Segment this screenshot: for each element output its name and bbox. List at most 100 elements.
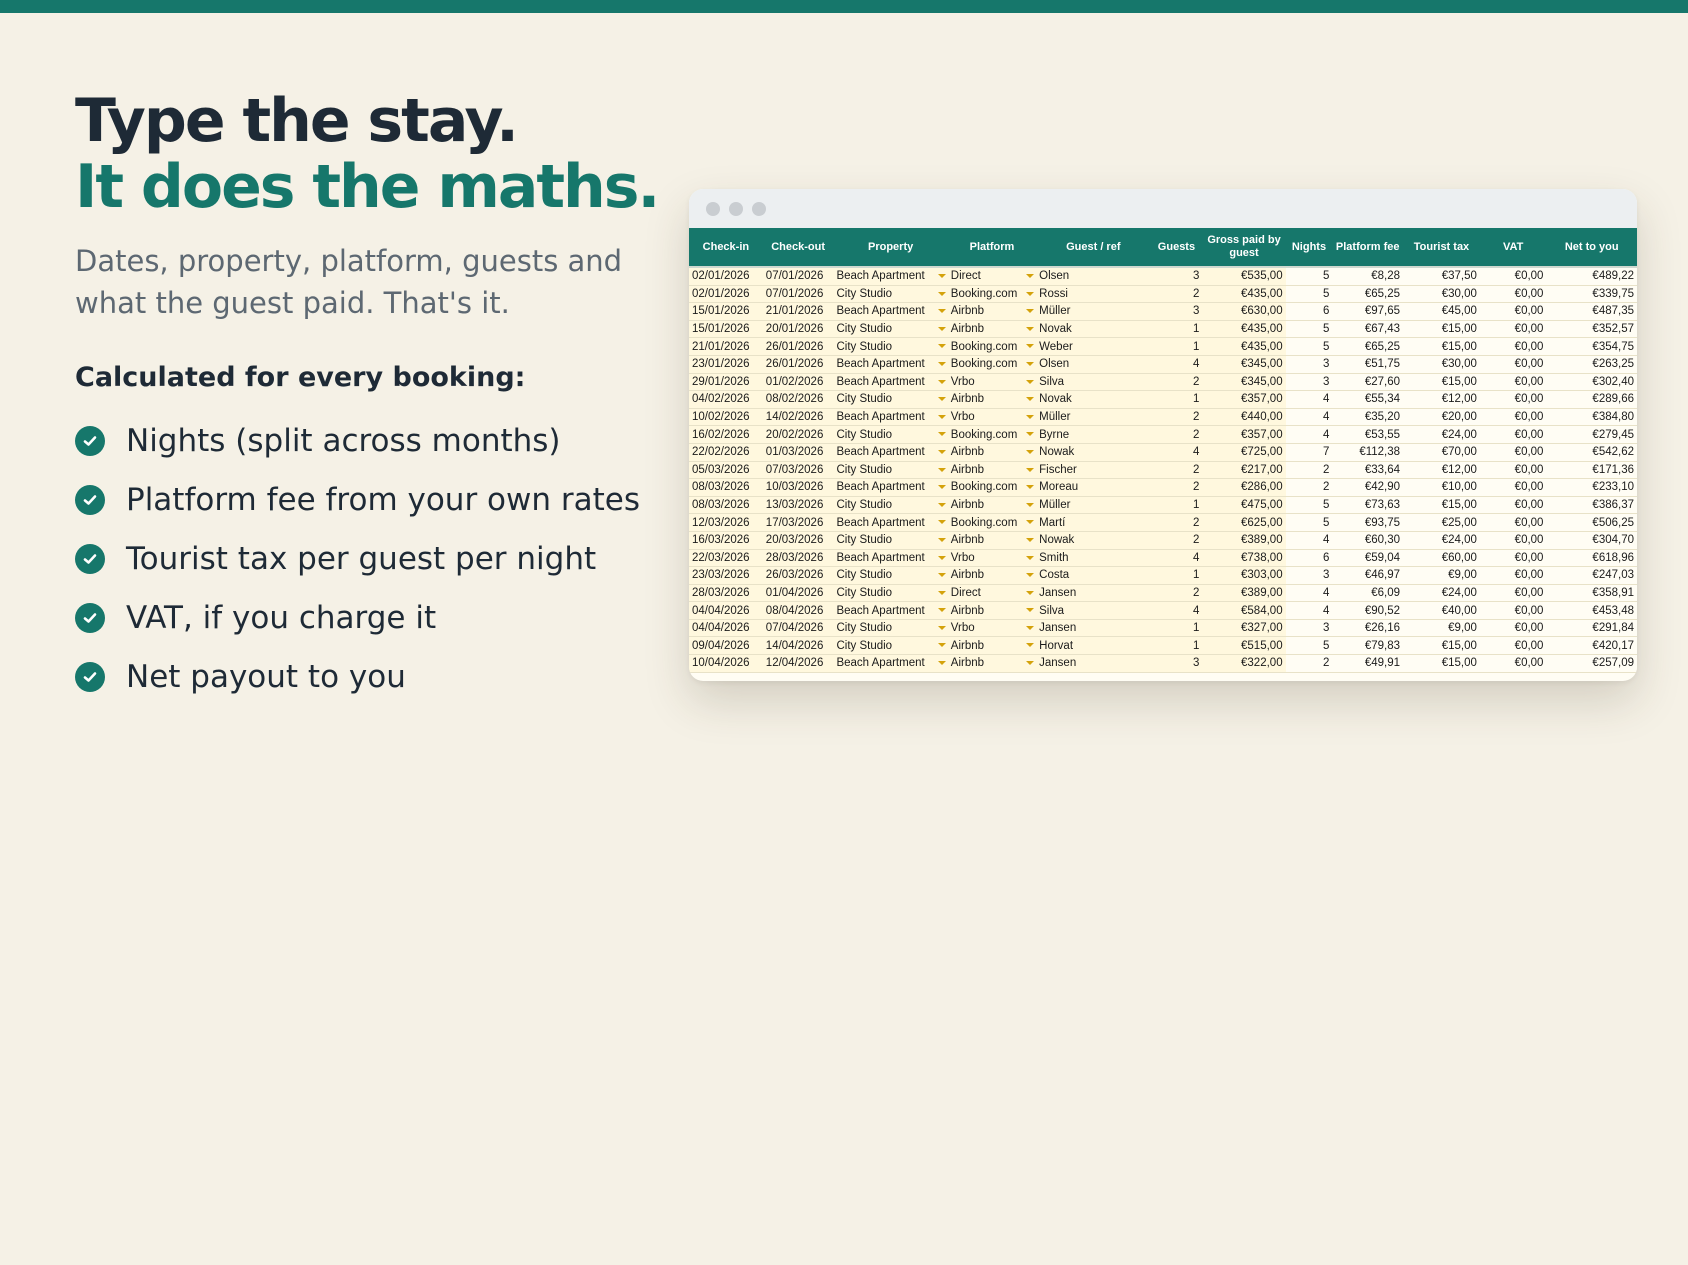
cell-gross-paid-by-guest[interactable]: €584,00	[1202, 601, 1286, 620]
cell-gross-paid-by-guest[interactable]: €435,00	[1202, 285, 1286, 304]
cell-platform[interactable]: Airbnb	[947, 320, 1037, 339]
cell-guests[interactable]: 2	[1150, 478, 1203, 497]
cell-guests[interactable]: 1	[1150, 337, 1203, 356]
cell-check-in[interactable]: 21/01/2026	[689, 337, 763, 356]
cell-platform[interactable]: Airbnb	[947, 496, 1037, 515]
dropdown-arrow-icon[interactable]	[1026, 449, 1035, 454]
cell-check-in[interactable]: 09/04/2026	[689, 636, 763, 656]
cell-guest-ref[interactable]: Nowak	[1036, 443, 1151, 462]
cell-check-out[interactable]: 08/02/2026	[762, 390, 834, 409]
cell-guests[interactable]: 2	[1150, 513, 1203, 532]
dropdown-arrow-icon[interactable]	[937, 291, 946, 296]
dropdown-arrow-icon[interactable]	[1026, 397, 1035, 402]
cell-check-out[interactable]: 21/01/2026	[762, 302, 834, 321]
cell-check-out[interactable]: 17/03/2026	[762, 513, 834, 532]
cell-guests[interactable]: 3	[1150, 302, 1203, 321]
cell-check-out[interactable]: 01/02/2026	[762, 373, 834, 392]
cell-check-out[interactable]: 20/01/2026	[762, 320, 834, 339]
cell-check-out[interactable]: 20/02/2026	[762, 425, 834, 444]
cell-guests[interactable]: 3	[1150, 654, 1203, 673]
cell-gross-paid-by-guest[interactable]: €435,00	[1202, 337, 1286, 356]
dropdown-arrow-icon[interactable]	[1026, 625, 1035, 630]
cell-property[interactable]: City Studio	[833, 584, 948, 603]
cell-guest-ref[interactable]: Olsen	[1036, 265, 1151, 286]
cell-property[interactable]: Beach Apartment	[833, 355, 948, 374]
cell-guest-ref[interactable]: Novak	[1036, 320, 1151, 339]
cell-platform[interactable]: Booking.com	[947, 478, 1037, 497]
dropdown-arrow-icon[interactable]	[937, 414, 946, 419]
cell-platform[interactable]: Vrbo	[947, 373, 1037, 392]
cell-guest-ref[interactable]: Moreau	[1036, 478, 1151, 497]
cell-check-out[interactable]: 26/01/2026	[762, 355, 834, 374]
cell-platform[interactable]: Booking.com	[947, 285, 1037, 304]
dropdown-arrow-icon[interactable]	[1026, 661, 1035, 666]
cell-guests[interactable]: 1	[1150, 619, 1203, 638]
cell-guest-ref[interactable]: Olsen	[1036, 355, 1151, 374]
cell-gross-paid-by-guest[interactable]: €357,00	[1202, 390, 1286, 409]
dropdown-arrow-icon[interactable]	[1026, 291, 1035, 296]
cell-check-out[interactable]: 08/04/2026	[762, 601, 834, 620]
cell-gross-paid-by-guest[interactable]: €389,00	[1202, 584, 1286, 603]
cell-check-in[interactable]: 12/03/2026	[689, 513, 763, 532]
dropdown-arrow-icon[interactable]	[937, 379, 946, 384]
dropdown-arrow-icon[interactable]	[937, 361, 946, 366]
cell-check-in[interactable]: 05/03/2026	[689, 461, 763, 480]
cell-check-out[interactable]: 07/01/2026	[762, 265, 834, 286]
cell-guests[interactable]: 4	[1150, 601, 1203, 620]
dropdown-arrow-icon[interactable]	[1026, 555, 1035, 560]
cell-platform[interactable]: Airbnb	[947, 531, 1037, 550]
cell-guest-ref[interactable]: Smith	[1036, 549, 1151, 568]
cell-platform[interactable]: Airbnb	[947, 443, 1037, 462]
cell-gross-paid-by-guest[interactable]: €286,00	[1202, 478, 1286, 497]
cell-guest-ref[interactable]: Martí	[1036, 513, 1151, 532]
cell-platform[interactable]: Airbnb	[947, 302, 1037, 321]
cell-guest-ref[interactable]: Müller	[1036, 408, 1151, 427]
cell-property[interactable]: Beach Apartment	[833, 408, 948, 427]
cell-check-in[interactable]: 08/03/2026	[689, 478, 763, 497]
cell-check-out[interactable]: 07/04/2026	[762, 619, 834, 638]
cell-check-out[interactable]: 10/03/2026	[762, 478, 834, 497]
cell-guests[interactable]: 1	[1150, 566, 1203, 585]
cell-guests[interactable]: 2	[1150, 425, 1203, 444]
cell-property[interactable]: Beach Apartment	[833, 513, 948, 532]
cell-guest-ref[interactable]: Silva	[1036, 373, 1151, 392]
cell-guest-ref[interactable]: Weber	[1036, 337, 1151, 356]
cell-guest-ref[interactable]: Silva	[1036, 601, 1151, 620]
cell-platform[interactable]: Vrbo	[947, 619, 1037, 638]
cell-check-in[interactable]: 29/01/2026	[689, 373, 763, 392]
cell-check-out[interactable]: 12/04/2026	[762, 654, 834, 673]
cell-guests[interactable]: 1	[1150, 496, 1203, 515]
cell-gross-paid-by-guest[interactable]: €217,00	[1202, 461, 1286, 480]
cell-property[interactable]: City Studio	[833, 390, 948, 409]
dropdown-arrow-icon[interactable]	[937, 555, 946, 560]
cell-property[interactable]: City Studio	[833, 320, 948, 339]
cell-check-in[interactable]: 22/02/2026	[689, 443, 763, 462]
cell-guests[interactable]: 2	[1150, 408, 1203, 427]
cell-check-in[interactable]: 02/01/2026	[689, 265, 763, 286]
cell-property[interactable]: Beach Apartment	[833, 601, 948, 620]
cell-platform[interactable]: Direct	[947, 265, 1037, 286]
dropdown-arrow-icon[interactable]	[937, 573, 946, 578]
dropdown-arrow-icon[interactable]	[937, 449, 946, 454]
cell-property[interactable]: City Studio	[833, 619, 948, 638]
cell-check-in[interactable]: 10/02/2026	[689, 408, 763, 427]
cell-platform[interactable]: Airbnb	[947, 566, 1037, 585]
cell-check-out[interactable]: 20/03/2026	[762, 531, 834, 550]
cell-check-in[interactable]: 16/03/2026	[689, 531, 763, 550]
cell-check-in[interactable]: 08/03/2026	[689, 496, 763, 515]
dropdown-arrow-icon[interactable]	[1026, 573, 1035, 578]
cell-gross-paid-by-guest[interactable]: €738,00	[1202, 549, 1286, 568]
cell-property[interactable]: City Studio	[833, 566, 948, 585]
cell-guest-ref[interactable]: Byrne	[1036, 425, 1151, 444]
cell-platform[interactable]: Booking.com	[947, 425, 1037, 444]
dropdown-arrow-icon[interactable]	[937, 485, 946, 490]
cell-check-in[interactable]: 16/02/2026	[689, 425, 763, 444]
dropdown-arrow-icon[interactable]	[1026, 467, 1035, 472]
cell-guest-ref[interactable]: Nowak	[1036, 531, 1151, 550]
cell-gross-paid-by-guest[interactable]: €327,00	[1202, 619, 1286, 638]
dropdown-arrow-icon[interactable]	[937, 643, 946, 648]
cell-check-out[interactable]: 26/03/2026	[762, 566, 834, 585]
cell-guest-ref[interactable]: Fischer	[1036, 461, 1151, 480]
cell-check-in[interactable]: 28/03/2026	[689, 584, 763, 603]
cell-platform[interactable]: Direct	[947, 584, 1037, 603]
